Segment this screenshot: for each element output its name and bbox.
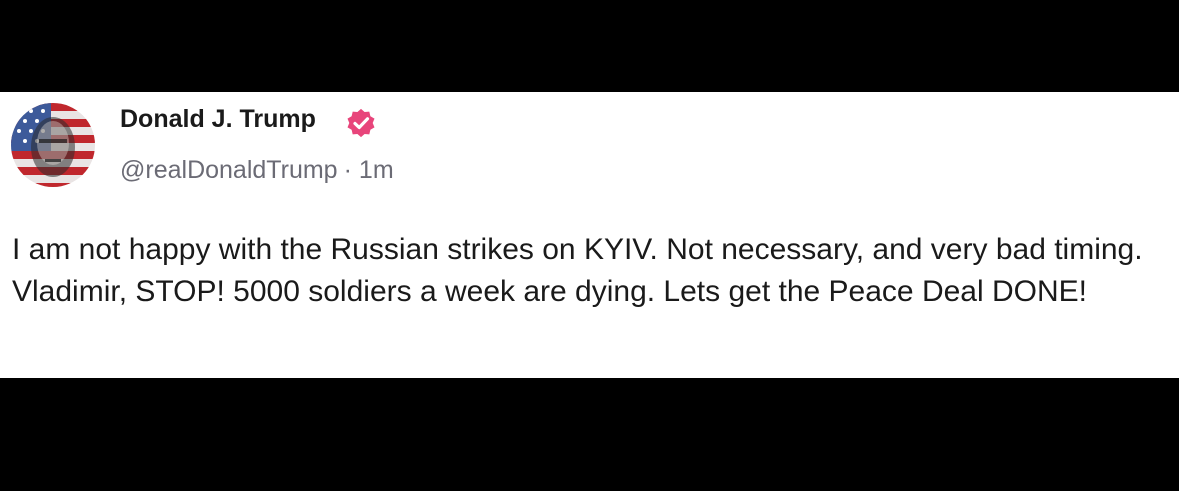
post-body-text: I am not happy with the Russian strikes …: [12, 233, 1143, 308]
meta-separator: ·: [343, 156, 352, 184]
bottom-letterbox: [0, 378, 1179, 491]
post-card: Donald J. Trump @realDonaldTrump · 1m I am…: [0, 92, 1179, 378]
verified-badge-icon: [347, 108, 375, 138]
post-meta: @realDonaldTrump · 1m: [120, 158, 394, 183]
flag-portrait-avatar-icon: [11, 103, 95, 187]
author-handle[interactable]: @realDonaldTrump: [120, 156, 338, 184]
top-letterbox: [0, 0, 1179, 92]
author-avatar[interactable]: [11, 103, 95, 187]
post-timestamp[interactable]: 1m: [359, 156, 394, 184]
author-display-name[interactable]: Donald J. Trump: [120, 107, 316, 132]
